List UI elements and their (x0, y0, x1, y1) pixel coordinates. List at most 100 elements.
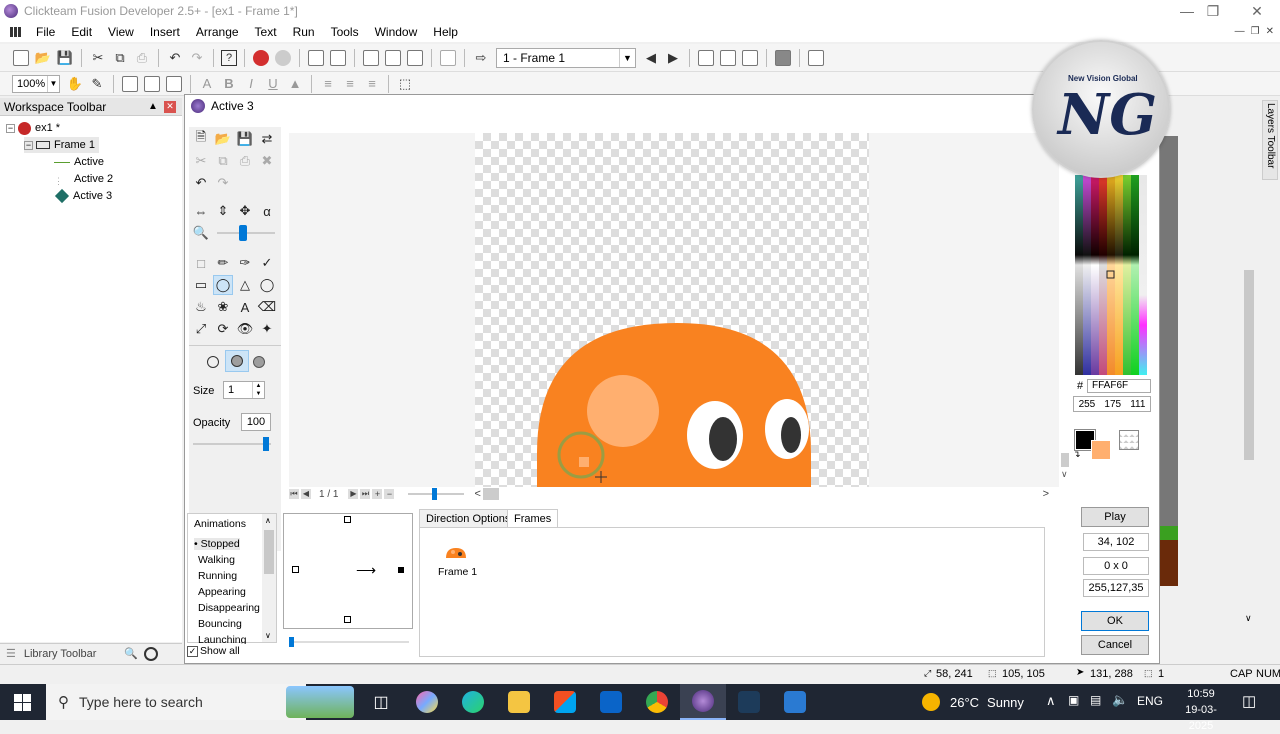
align-right-icon[interactable]: ≡ (363, 75, 381, 93)
fill-icon[interactable]: ♨ (191, 297, 211, 317)
weather-widget[interactable]: 26°C Sunny (922, 684, 1024, 720)
line-icon[interactable]: ✓ (257, 253, 277, 273)
chevron-up-icon[interactable]: ∧ (1046, 693, 1056, 709)
flip-horizontal-icon[interactable]: ⇔ (191, 201, 211, 221)
chevron-down-icon[interactable]: ▼ (619, 48, 635, 67)
direction-west[interactable] (292, 566, 299, 573)
ruler-icon[interactable] (166, 75, 182, 92)
properties-icon[interactable] (440, 49, 456, 66)
add-frame-icon[interactable]: + (372, 489, 383, 499)
direction-east[interactable] (398, 567, 404, 573)
opacity-slider[interactable] (193, 437, 271, 451)
speed-slider-thumb[interactable] (432, 488, 438, 500)
main-vscroll-thumb[interactable] (1244, 270, 1254, 460)
hand-tool-icon[interactable]: ✋ (66, 75, 84, 93)
taskbar-file-explorer[interactable] (496, 684, 542, 720)
drawing-canvas[interactable] (289, 133, 1059, 487)
taskbar-fusion[interactable] (680, 684, 726, 720)
zoom-select[interactable]: 100% ▼ (12, 74, 60, 93)
size-stepper[interactable]: 1 ▲ ▼ (223, 381, 265, 399)
canvas-vertical-scrollbar[interactable]: ∨ (1061, 133, 1069, 479)
volume-icon[interactable]: 🔈 (1112, 692, 1128, 708)
menu-view[interactable]: View (100, 25, 142, 39)
taskbar-remote-desktop[interactable] (772, 684, 818, 720)
transparent-color-swatch[interactable] (1119, 430, 1139, 450)
italic-icon[interactable]: I (242, 75, 260, 93)
color-palette[interactable]: # FFAF6F 255 175 111 ↴ (1073, 175, 1151, 460)
paste-icon[interactable]: ⎙ (133, 49, 151, 67)
notification-icon[interactable]: ◫ (1242, 692, 1256, 710)
next-frame-icon[interactable]: ▶ (348, 489, 359, 499)
tree-object-active[interactable]: Active (54, 154, 104, 170)
direction-south[interactable] (344, 616, 351, 623)
selection-icon[interactable]: □ (191, 253, 211, 273)
layers-toolbar-tab[interactable]: Layers Toolbar (1262, 100, 1278, 180)
new-image-icon[interactable]: 🗎 (191, 129, 211, 149)
speed-slider[interactable] (408, 488, 465, 500)
document-menu-icon[interactable] (10, 27, 22, 37)
chevron-left-icon[interactable]: < (474, 488, 480, 500)
menu-arrange[interactable]: Arrange (188, 25, 247, 39)
shape-icon[interactable]: ◯ (257, 275, 277, 295)
show-all-checkbox[interactable]: ✓ Show all (187, 645, 240, 657)
layout-icon[interactable] (720, 49, 736, 66)
rotate-icon[interactable]: ⟳ (213, 319, 233, 339)
edit-tool-icon[interactable]: ✎ (88, 75, 106, 93)
brush-icon[interactable]: ✑ (235, 253, 255, 273)
stop-icon[interactable] (253, 49, 269, 66)
new-icon[interactable] (13, 49, 29, 66)
event-editor-icon[interactable] (363, 49, 379, 66)
chevron-up-icon[interactable]: ∧ (265, 516, 271, 525)
swap-colors-icon[interactable]: ↴ (1073, 449, 1081, 460)
animation-item[interactable]: Walking (198, 554, 235, 566)
record-icon[interactable] (275, 49, 291, 66)
hex-input[interactable]: FFAF6F (1087, 379, 1151, 393)
close-panel-icon[interactable]: ✕ (164, 100, 176, 113)
animation-item[interactable]: Launching (198, 634, 246, 644)
maximize-button[interactable]: ❐ (1190, 0, 1236, 22)
menu-edit[interactable]: Edit (63, 25, 100, 39)
rgb-fields[interactable]: 255 175 111 (1073, 396, 1151, 412)
taskbar-outlook[interactable] (588, 684, 634, 720)
tree-app-node[interactable]: − ex1 * (6, 120, 60, 136)
align-center-icon[interactable]: ≡ (341, 75, 359, 93)
text-color-icon[interactable]: ▲ (286, 75, 304, 93)
zoom-window-icon[interactable] (698, 49, 714, 66)
taskbar-edge[interactable] (450, 684, 496, 720)
zoom-icon[interactable]: 🔍 (191, 223, 211, 243)
spray-icon[interactable]: ❀ (213, 297, 233, 317)
animation-item[interactable]: Disappearing (198, 602, 260, 614)
ok-button[interactable]: OK (1081, 611, 1149, 631)
taskbar-chrome[interactable] (634, 684, 680, 720)
animation-item[interactable]: Appearing (198, 586, 246, 598)
grid-icon[interactable] (122, 75, 138, 92)
mdi-restore-icon[interactable]: ❐ (1251, 26, 1260, 37)
taskbar-copilot[interactable] (404, 684, 450, 720)
go-to-frame-icon[interactable]: ⇨ (472, 49, 490, 67)
stepper-arrows-icon[interactable]: ▲ ▼ (252, 382, 264, 398)
menu-help[interactable]: Help (425, 25, 466, 39)
build-icon[interactable] (808, 49, 824, 66)
save-image-icon[interactable]: 💾 (235, 129, 255, 149)
tree-frame-node[interactable]: − Frame 1 (24, 137, 99, 153)
direction-east-arrow-icon[interactable]: ⟶ (356, 562, 376, 579)
outline-mode-icon[interactable] (207, 356, 219, 368)
history-icon[interactable] (144, 646, 158, 661)
opacity-input[interactable]: 100 (241, 413, 271, 431)
cancel-button[interactable]: Cancel (1081, 635, 1149, 655)
save-icon[interactable]: 💾 (56, 49, 74, 67)
previous-frame-icon[interactable]: ◀ (642, 49, 660, 67)
underline-icon[interactable]: U (264, 75, 282, 93)
event-list-icon[interactable] (385, 49, 401, 66)
ellipse-icon[interactable]: ◯ (213, 275, 233, 295)
open-folder-icon[interactable]: 📂 (34, 49, 52, 67)
palette-grid[interactable] (1073, 175, 1151, 375)
last-frame-icon[interactable]: ⏭ (360, 489, 371, 499)
menu-run[interactable]: Run (285, 25, 323, 39)
opacity-slider-thumb[interactable] (263, 437, 269, 451)
chevron-down-icon[interactable]: ∨ (1061, 469, 1068, 480)
mdi-minimize-icon[interactable]: — (1235, 26, 1245, 37)
redo-icon[interactable]: ↷ (188, 49, 206, 67)
animation-item-selected[interactable]: • Stopped (194, 538, 240, 550)
font-icon[interactable]: A (198, 75, 216, 93)
